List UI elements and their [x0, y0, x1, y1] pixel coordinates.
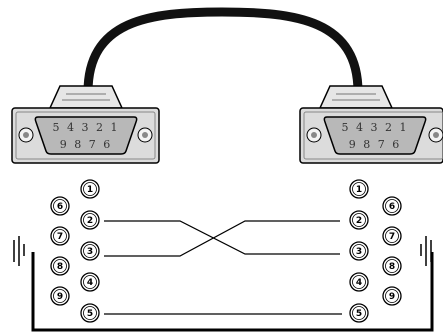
- right-pin-4: 4: [349, 272, 369, 292]
- left-pin-label: 2: [87, 216, 93, 226]
- left-ground-symbol: [13, 236, 25, 266]
- left-pin-label: 8: [57, 262, 63, 272]
- left-pin-label: 9: [57, 292, 63, 302]
- right-pin-label: 1: [356, 185, 362, 195]
- left-pin-label: 3: [87, 247, 93, 257]
- left-pin-7: 7: [50, 226, 70, 246]
- left-pin-label: 4: [87, 278, 93, 288]
- left-pin-8: 8: [50, 256, 70, 276]
- wire-3-to-2: [104, 220, 340, 257]
- right-pin-label: 7: [389, 232, 395, 242]
- left-db9-connector: 5 4 3 2 1 9 8 7 6: [11, 85, 160, 164]
- right-pin-5: 5: [349, 303, 369, 323]
- left-pin-3: 3: [80, 241, 100, 261]
- serial-cable: [83, 7, 363, 97]
- left-pin-label: 1: [87, 185, 93, 195]
- right-pin-8: 8: [382, 256, 402, 276]
- right-face-row-top: 5 4 3 2 1: [342, 121, 409, 134]
- right-pin-label: 2: [356, 216, 362, 226]
- right-pin-1: 1: [349, 179, 369, 199]
- left-face-row-top: 5 4 3 2 1: [53, 121, 120, 134]
- left-face-row-bottom: 9 8 7 6: [60, 138, 112, 151]
- right-pin-7: 7: [382, 226, 402, 246]
- left-pin-9: 9: [50, 286, 70, 306]
- left-pin-label: 6: [57, 202, 63, 212]
- left-pin-4: 4: [80, 272, 100, 292]
- right-pin-2: 2: [349, 210, 369, 230]
- right-pin-label: 8: [389, 262, 395, 272]
- right-pin-label: 3: [356, 247, 362, 257]
- left-pin-2: 2: [80, 210, 100, 230]
- left-pin-5: 5: [80, 303, 100, 323]
- right-pin-label: 4: [356, 278, 362, 288]
- left-pin-1: 1: [80, 179, 100, 199]
- left-pin-6: 6: [50, 196, 70, 216]
- left-pin-label: 5: [87, 309, 93, 319]
- right-pin-6: 6: [382, 196, 402, 216]
- right-pin-label: 5: [356, 309, 362, 319]
- right-pin-label: 9: [389, 292, 395, 302]
- wires: [104, 220, 342, 315]
- right-db9-connector: 5 4 3 2 1 9 8 7 6: [299, 85, 443, 164]
- left-pin-label: 7: [57, 232, 63, 242]
- right-pin-9: 9: [382, 286, 402, 306]
- wire-2-to-3: [104, 220, 340, 255]
- null-modem-diagram: 5 4 3 2 1 9 8 7 6 5 4 3 2 1 9 8 7 6 1 2 3 4…: [11, 7, 443, 332]
- right-pin-3: 3: [349, 241, 369, 261]
- right-face-row-bottom: 9 8 7 6: [349, 138, 401, 151]
- right-pin-label: 6: [389, 202, 395, 212]
- right-ground-symbol: [420, 236, 432, 266]
